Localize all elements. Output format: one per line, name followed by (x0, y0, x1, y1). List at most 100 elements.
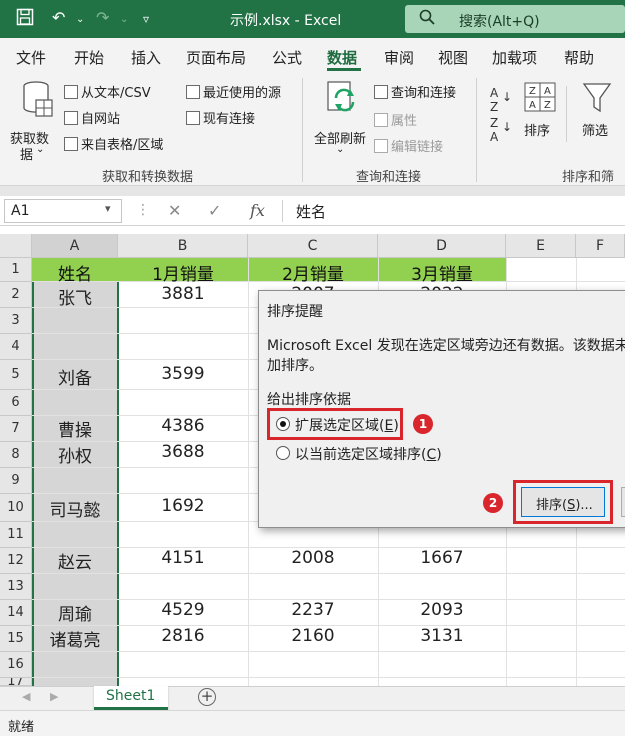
existing-connections-label: 现有连接 (203, 112, 256, 127)
undo-dropdown-icon[interactable]: ⌄ (76, 14, 84, 25)
chevron-down-icon[interactable]: ▾ (105, 202, 111, 215)
cell-a1[interactable]: 姓名 (32, 260, 118, 285)
column-header-c[interactable]: C (248, 234, 378, 258)
cell-a8[interactable]: 孙权 (32, 442, 118, 467)
sort-descending-icon[interactable]: Z A ↓ (490, 116, 512, 144)
cancel-icon[interactable]: ✕ (168, 201, 181, 220)
cell-a7[interactable]: 曹操 (32, 416, 118, 441)
tab-view[interactable]: 视图 (438, 47, 468, 68)
customize-toolbar-icon[interactable]: ▿ (143, 12, 149, 26)
cell-a2[interactable]: 张飞 (32, 284, 118, 309)
active-tab-indicator (327, 68, 361, 71)
cell-d14[interactable]: 2093 (378, 600, 506, 620)
cell-a14[interactable]: 周瑜 (32, 600, 118, 625)
cell-c14[interactable]: 2237 (248, 600, 378, 620)
row-header[interactable]: 16 (0, 652, 32, 678)
column-header-d[interactable]: D (378, 234, 506, 258)
cell-a15[interactable]: 诸葛亮 (32, 626, 118, 651)
add-sheet-icon[interactable]: + (198, 688, 216, 706)
tab-home[interactable]: 开始 (74, 47, 104, 68)
redo-icon[interactable]: ↷ (96, 8, 109, 27)
row-header[interactable]: 12 (0, 548, 32, 574)
from-table-button[interactable]: 来自表格/区域 (64, 134, 163, 153)
cell-c1[interactable]: 2月销量 (248, 260, 378, 285)
sort-button-dialog[interactable]: 排序(S)... (521, 487, 605, 517)
ribbon-gap (0, 186, 625, 196)
from-web-button[interactable]: 自网站 (64, 108, 120, 127)
cell-b8[interactable]: 3688 (118, 442, 248, 462)
tab-formulas[interactable]: 公式 (272, 47, 302, 68)
sheet-tab-sheet1[interactable]: Sheet1 (94, 686, 168, 710)
tab-help[interactable]: 帮助 (564, 47, 594, 68)
cell-b10[interactable]: 1692 (118, 496, 248, 516)
column-header-f[interactable]: F (576, 234, 625, 258)
redo-dropdown-icon[interactable]: ⌄ (120, 14, 128, 25)
row-header[interactable]: 15 (0, 626, 32, 652)
cell-b1[interactable]: 1月销量 (118, 260, 248, 285)
column-header-b[interactable]: B (118, 234, 248, 258)
more-icon[interactable]: ⋮ (136, 202, 150, 218)
formula-input[interactable]: 姓名 (296, 201, 326, 222)
column-header-a[interactable]: A (32, 234, 118, 258)
row-header[interactable]: 4 (0, 334, 32, 360)
existing-connections-button[interactable]: 现有连接 (186, 108, 255, 127)
cancel-button-dialog[interactable] (621, 487, 625, 517)
row-header[interactable]: 11 (0, 522, 32, 548)
row-header[interactable]: 17 (0, 678, 32, 686)
row-header[interactable]: 2 (0, 282, 32, 308)
cell-b2[interactable]: 3881 (118, 284, 248, 304)
cell-a12[interactable]: 赵云 (32, 548, 118, 573)
cell-d15[interactable]: 3131 (378, 626, 506, 646)
insert-function-icon[interactable]: fx (250, 201, 265, 220)
cell-a10[interactable]: 司马懿 (32, 496, 118, 521)
row-header[interactable]: 1 (0, 258, 32, 282)
row-header[interactable]: 8 (0, 442, 32, 468)
prev-sheet-icon[interactable]: ◀ (22, 690, 30, 703)
undo-icon[interactable]: ↶ (52, 8, 65, 27)
column-header-e[interactable]: E (506, 234, 576, 258)
row-header[interactable]: 5 (0, 360, 32, 390)
enter-icon[interactable]: ✓ (208, 201, 221, 220)
row-header[interactable]: 7 (0, 416, 32, 442)
cell-d1[interactable]: 3月销量 (378, 260, 506, 285)
search-box[interactable]: 搜索(Alt+Q) (405, 5, 625, 33)
row-header[interactable]: 9 (0, 468, 32, 494)
tab-insert[interactable]: 插入 (131, 47, 161, 68)
row-header[interactable]: 14 (0, 600, 32, 626)
cell-c12[interactable]: 2008 (248, 548, 378, 568)
current-selection-radio[interactable] (276, 446, 290, 460)
expand-selection-label[interactable]: 扩展选定区域(E) (295, 415, 399, 435)
row-header[interactable]: 10 (0, 494, 32, 522)
sheet-tab-bar: ◀ ▶ Sheet1 + (0, 686, 625, 710)
cell-b15[interactable]: 2816 (118, 626, 248, 646)
cell-b5[interactable]: 3599 (118, 364, 248, 384)
tab-addins[interactable]: 加载项 (492, 47, 537, 68)
sort-ascending-icon[interactable]: A Z ↓ (490, 86, 512, 114)
cell-a5[interactable]: 刘备 (32, 364, 118, 389)
from-text-csv-button[interactable]: 从文本/CSV (64, 82, 151, 101)
current-selection-label[interactable]: 以当前选定区域排序(C) (295, 444, 442, 464)
recent-sources-button[interactable]: 最近使用的源 (186, 82, 281, 101)
tab-file[interactable]: 文件 (16, 47, 46, 68)
tab-review[interactable]: 审阅 (384, 47, 414, 68)
row-header[interactable]: 13 (0, 574, 32, 600)
edit-links-button[interactable]: 编辑链接 (374, 136, 443, 155)
cell-b12[interactable]: 4151 (118, 548, 248, 568)
table-icon (64, 137, 78, 151)
name-box[interactable]: A1 ▾ (4, 199, 122, 223)
properties-button[interactable]: 属性 (374, 110, 417, 129)
row-header[interactable]: 6 (0, 390, 32, 416)
cell-c15[interactable]: 2160 (248, 626, 378, 646)
cell-d12[interactable]: 1667 (378, 548, 506, 568)
row-header[interactable]: 3 (0, 308, 32, 334)
chevron-down-icon: ⌄ (36, 144, 45, 155)
tab-page-layout[interactable]: 页面布局 (186, 47, 246, 68)
expand-selection-radio[interactable] (276, 417, 290, 431)
queries-connections-button[interactable]: 查询和连接 (374, 82, 456, 101)
next-sheet-icon[interactable]: ▶ (50, 690, 58, 703)
cell-b14[interactable]: 4529 (118, 600, 248, 620)
select-all-corner[interactable] (0, 234, 32, 258)
tab-data[interactable]: 数据 (327, 47, 357, 68)
cell-b7[interactable]: 4386 (118, 416, 248, 436)
save-icon[interactable] (16, 8, 34, 30)
